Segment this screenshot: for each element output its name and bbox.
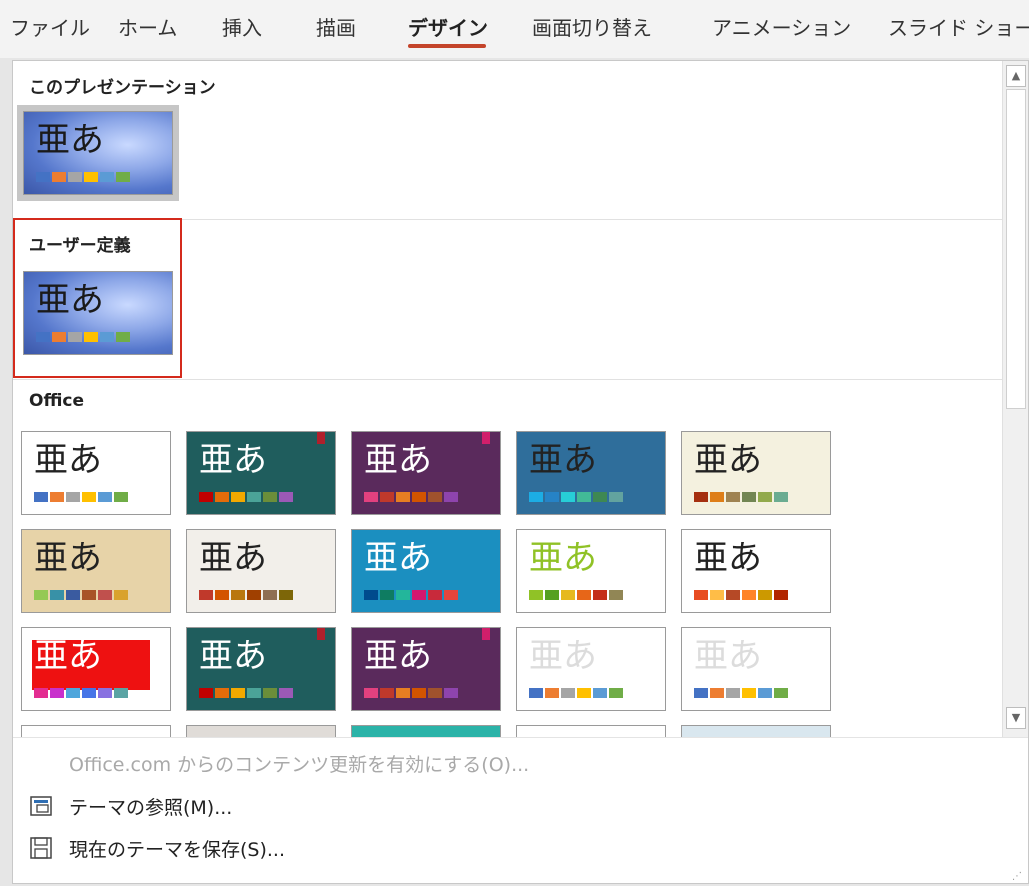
theme-thumb-office[interactable]: 亜あ bbox=[681, 529, 831, 613]
theme-swatches bbox=[364, 590, 458, 600]
theme-sample-text: 亜あ bbox=[34, 636, 102, 676]
theme-swatches bbox=[36, 332, 130, 342]
tab-slideshow[interactable]: スライド ショー bbox=[888, 12, 1029, 41]
theme-sample-text: 亜あ bbox=[694, 440, 762, 480]
scroll-up-icon[interactable]: ▲ bbox=[1006, 65, 1026, 87]
theme-swatches bbox=[529, 590, 623, 600]
theme-thumb-office[interactable]: 亜あ bbox=[516, 529, 666, 613]
theme-sample-text: 亜あ bbox=[36, 120, 104, 160]
theme-sample-text: 亜あ bbox=[694, 636, 762, 676]
menu-browse-themes[interactable]: テーマの参照(M)... bbox=[69, 793, 232, 820]
active-tab-indicator bbox=[408, 44, 486, 48]
theme-sample-text: 亜あ bbox=[364, 440, 432, 480]
theme-sample-text: 亜あ bbox=[529, 440, 597, 480]
theme-sample-text: 亜あ bbox=[34, 538, 102, 578]
theme-swatches bbox=[34, 492, 128, 502]
theme-thumb-office[interactable]: 亜あ bbox=[351, 431, 501, 515]
theme-swatches bbox=[364, 688, 458, 698]
theme-sample-text: 亜あ bbox=[34, 440, 102, 480]
theme-swatches bbox=[199, 688, 293, 698]
menu-save-current-theme[interactable]: 現在のテーマを保存(S)... bbox=[69, 835, 285, 862]
theme-thumb-office[interactable]: 亜あ bbox=[516, 431, 666, 515]
theme-swatches bbox=[694, 492, 788, 502]
ribbon-tabs: ファイル ホーム 挿入 描画 デザイン 画面切り替え アニメーション スライド … bbox=[0, 0, 1029, 58]
theme-sample-text: 亜あ bbox=[529, 636, 597, 676]
theme-thumb-office[interactable] bbox=[681, 725, 831, 737]
theme-menu: Office.com からのコンテンツ更新を有効にする(O)... テーマの参照… bbox=[13, 737, 1028, 883]
scroll-down-icon[interactable]: ▼ bbox=[1006, 707, 1026, 729]
tab-animations[interactable]: アニメーション bbox=[712, 12, 851, 41]
theme-thumb-custom[interactable]: 亜あ bbox=[23, 271, 173, 355]
theme-swatches bbox=[364, 492, 458, 502]
tab-insert[interactable]: 挿入 bbox=[222, 12, 262, 41]
browse-themes-icon bbox=[30, 796, 52, 816]
scrollbar-thumb[interactable] bbox=[1006, 89, 1026, 409]
gallery-scrollbar[interactable]: ▲ ▼ bbox=[1002, 61, 1028, 737]
theme-thumb-office[interactable]: 亜あ bbox=[351, 627, 501, 711]
theme-thumb-office[interactable]: 亜あ bbox=[21, 431, 171, 515]
theme-thumb-office[interactable]: 亜あ bbox=[186, 529, 336, 613]
theme-thumb-office[interactable]: 亜あ bbox=[21, 529, 171, 613]
tab-design[interactable]: デザイン bbox=[408, 12, 488, 41]
theme-swatches bbox=[694, 590, 788, 600]
tab-draw[interactable]: 描画 bbox=[316, 12, 356, 41]
section-title-this-presentation: このプレゼンテーション bbox=[29, 78, 216, 98]
theme-thumb-office[interactable]: 亜あ bbox=[21, 627, 171, 711]
tab-transitions[interactable]: 画面切り替え bbox=[532, 12, 652, 41]
theme-swatches bbox=[34, 590, 128, 600]
tab-file[interactable]: ファイル bbox=[10, 12, 90, 41]
resize-grip-icon[interactable]: ⋰ bbox=[1012, 871, 1022, 882]
theme-sample-text: 亜あ bbox=[199, 538, 267, 578]
save-theme-icon bbox=[30, 837, 52, 859]
theme-swatches bbox=[529, 688, 623, 698]
theme-thumb-office[interactable]: 亜あ bbox=[516, 627, 666, 711]
theme-sample-text: 亜あ bbox=[36, 280, 104, 320]
theme-thumb-office[interactable] bbox=[186, 725, 336, 737]
theme-swatches bbox=[34, 688, 128, 698]
theme-swatches bbox=[529, 492, 623, 502]
theme-sample-text: 亜あ bbox=[529, 538, 597, 578]
theme-thumb-office[interactable]: 亜あ bbox=[681, 627, 831, 711]
theme-thumb-office[interactable]: 亜あ bbox=[186, 431, 336, 515]
theme-sample-text: 亜あ bbox=[199, 440, 267, 480]
theme-sample-text: 亜あ bbox=[199, 636, 267, 676]
theme-swatches bbox=[199, 590, 293, 600]
section-divider bbox=[13, 379, 1002, 380]
theme-thumb-office[interactable]: 亜あ bbox=[351, 529, 501, 613]
theme-sample-text: 亜あ bbox=[694, 538, 762, 578]
theme-thumb-office[interactable] bbox=[21, 725, 171, 737]
theme-swatches bbox=[36, 172, 130, 182]
menu-enable-content-updates[interactable]: Office.com からのコンテンツ更新を有効にする(O)... bbox=[69, 750, 529, 777]
section-title-custom: ユーザー定義 bbox=[29, 236, 131, 256]
theme-gallery-panel: このプレゼンテーション 亜あ ユーザー定義 亜あ Office 亜あ 亜あ 亜あ 亜あ… bbox=[12, 60, 1029, 884]
theme-swatches bbox=[199, 492, 293, 502]
section-title-office: Office bbox=[29, 391, 85, 411]
theme-thumb-office[interactable] bbox=[351, 725, 501, 737]
theme-thumb-office[interactable]: 亜あ bbox=[681, 431, 831, 515]
tab-home[interactable]: ホーム bbox=[118, 12, 177, 41]
theme-thumb-office[interactable] bbox=[516, 725, 666, 737]
theme-sample-text: 亜あ bbox=[364, 538, 432, 578]
theme-swatches bbox=[694, 688, 788, 698]
theme-thumb-current[interactable]: 亜あ bbox=[23, 111, 173, 195]
theme-thumb-office[interactable]: 亜あ bbox=[186, 627, 336, 711]
theme-sample-text: 亜あ bbox=[364, 636, 432, 676]
